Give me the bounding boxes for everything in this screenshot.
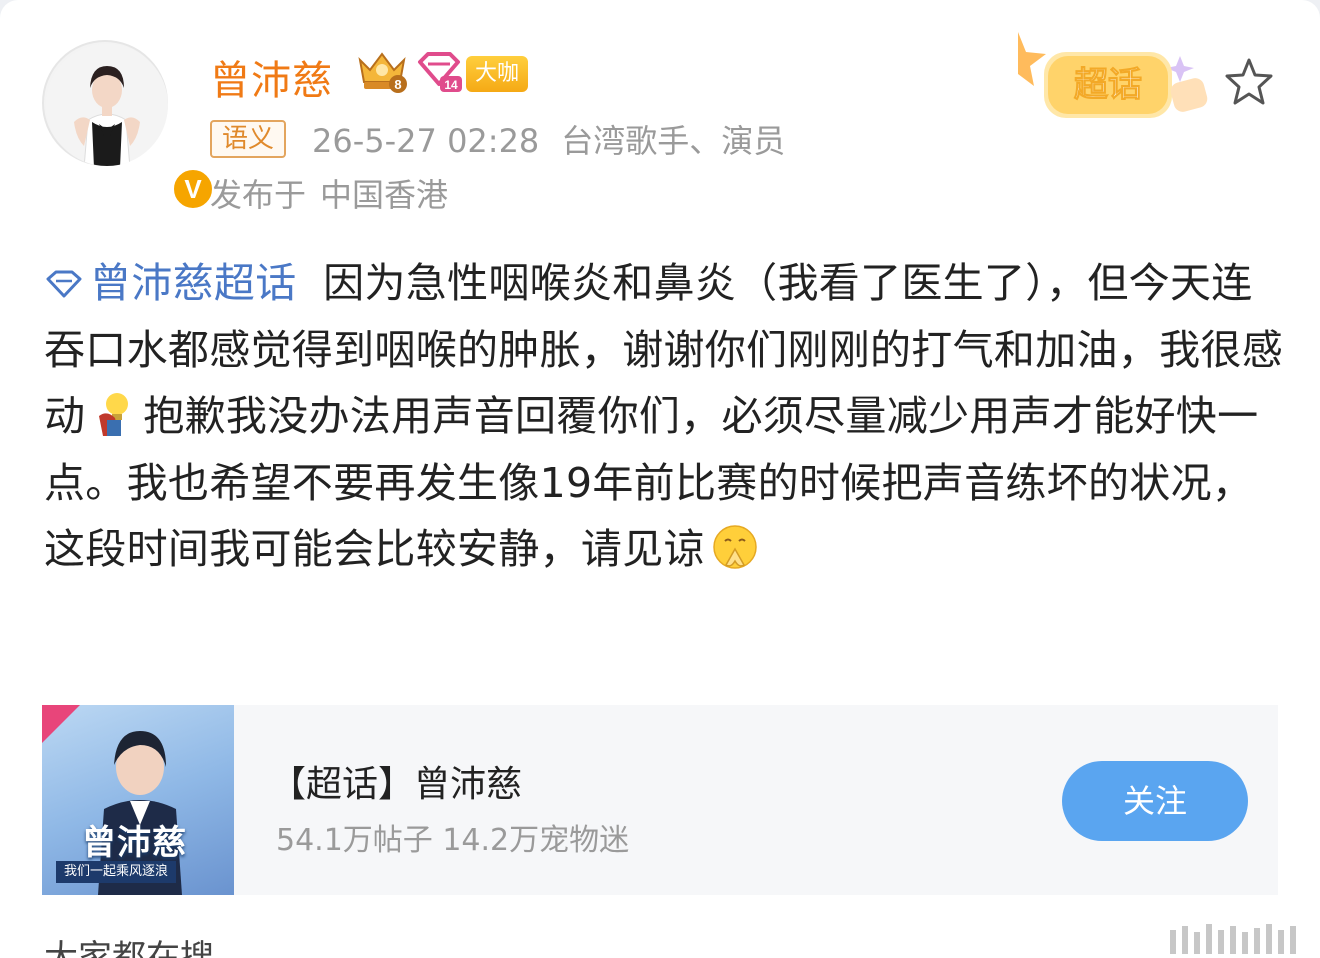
user-description: 台湾歌手、演员	[561, 122, 786, 160]
post-text-part2: 抱歉我没办法用声音回覆你们，必须尽量减少用声才能好快一点。我也希望不要再发生像1…	[44, 392, 1259, 573]
supertopic-badge-icon[interactable]: 超话	[1004, 26, 1214, 136]
svg-text:超话: 超话	[1074, 65, 1142, 105]
daka-badge[interactable]: 大咖	[466, 56, 529, 92]
trending-search-label: 大家都在搜	[44, 938, 214, 958]
cover-slogan: 我们一起乘风逐浪	[56, 861, 177, 883]
diamond-topic-icon	[46, 270, 82, 298]
praying-face-emoji-icon	[713, 525, 757, 569]
svg-text:8: 8	[394, 77, 401, 92]
svg-text:14: 14	[444, 78, 458, 92]
location-name: 中国香港	[320, 176, 449, 214]
watermark-icon	[1170, 924, 1296, 954]
post-timestamp: 26-5-27 02:28	[312, 122, 540, 160]
lightbulb-person-emoji-icon	[99, 393, 129, 436]
post-location-line: 发布于 中国香港	[210, 170, 448, 216]
cover-name: 曾沛慈	[82, 823, 187, 863]
avatar-portrait	[46, 44, 168, 166]
crown-level-badge-icon[interactable]: 8	[354, 48, 410, 94]
post-meta-line: 26-5-27 02:28 台湾歌手、演员	[312, 116, 785, 162]
favorite-star-icon[interactable]	[1222, 56, 1276, 108]
post-body-text: 曾沛慈超话 因为急性咽喉炎和鼻炎（我看了医生了），但今天连吞口水都感觉得到咽喉的…	[44, 250, 1284, 583]
weibo-post-card: V 曾沛慈 8 14 大咖 语义 26-5-27 02:28 台湾歌手、演员 发布…	[0, 0, 1320, 958]
follow-button[interactable]: 关注	[1062, 761, 1248, 841]
supertopic-cover-image[interactable]: 曾沛慈 我们一起乘风逐浪	[42, 705, 234, 895]
supertopic-stats: 54.1万帖子 14.2万宠物迷	[276, 823, 630, 858]
location-prefix: 发布于	[210, 176, 307, 214]
supertopic-link-text: 曾沛慈超话	[90, 259, 297, 307]
username[interactable]: 曾沛慈	[210, 48, 333, 106]
semantic-tag[interactable]: 语义	[210, 120, 287, 158]
supertopic-card[interactable]: 曾沛慈 我们一起乘风逐浪 【超话】曾沛慈 54.1万帖子 14.2万宠物迷 关注	[42, 705, 1278, 895]
supertopic-link[interactable]: 曾沛慈超话	[44, 259, 297, 307]
user-avatar[interactable]: V	[42, 40, 216, 212]
supertopic-title[interactable]: 【超话】曾沛慈	[270, 755, 522, 807]
diamond-level-badge-icon[interactable]: 14	[414, 50, 464, 94]
